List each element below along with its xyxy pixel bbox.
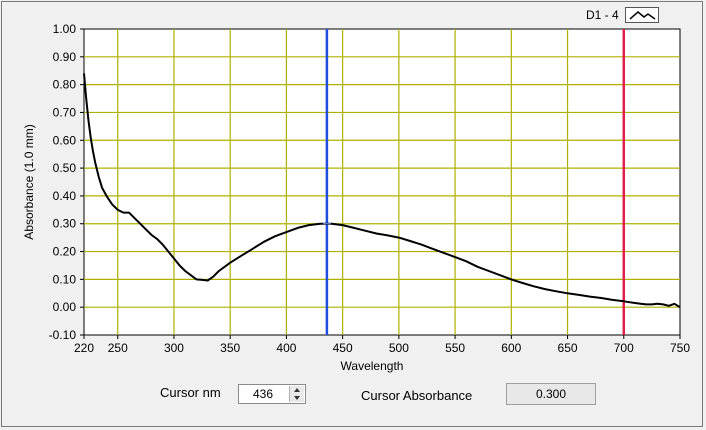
x-tick-label: 220 <box>74 341 94 355</box>
x-tick-label: 350 <box>220 341 240 355</box>
y-tick-label: 0.50 <box>53 161 77 175</box>
stepper-buttons <box>289 386 304 402</box>
x-tick-label: 600 <box>501 341 521 355</box>
x-tick-label: 750 <box>670 341 690 355</box>
y-tick-label: 0.60 <box>53 133 77 147</box>
y-tick-label: 0.10 <box>53 272 77 286</box>
cursor-nm-stepper[interactable]: 436 <box>238 384 306 404</box>
x-tick-label: 500 <box>389 341 409 355</box>
y-tick-label: 1.00 <box>53 22 77 36</box>
x-tick-label: 550 <box>445 341 465 355</box>
y-tick-label: 0.70 <box>53 105 77 119</box>
x-tick-label: 300 <box>164 341 184 355</box>
line-plot-icon[interactable] <box>624 7 659 23</box>
cursor-absorbance-label: Cursor Absorbance <box>361 388 473 403</box>
y-axis-label: Absorbance (1.0 mm) <box>22 124 36 239</box>
x-tick-label: 650 <box>558 341 578 355</box>
cursor-nm-label: Cursor nm <box>160 385 221 400</box>
x-tick-label: 400 <box>276 341 296 355</box>
x-tick-label: 450 <box>333 341 353 355</box>
y-tick-label: 0.00 <box>53 300 77 314</box>
y-tick-label: 0.90 <box>53 50 77 64</box>
cursor-absorbance-value: 0.300 <box>506 383 596 405</box>
y-tick-label: 0.30 <box>53 217 77 231</box>
y-tick-label: -0.10 <box>49 328 77 342</box>
x-tick-label: 250 <box>108 341 128 355</box>
x-tick-label: 700 <box>614 341 634 355</box>
cursor-nm-value[interactable]: 436 <box>239 385 287 403</box>
y-tick-label: 0.40 <box>53 189 77 203</box>
decrement-arrow-icon[interactable] <box>290 394 304 402</box>
legend-label: D1 - 4 <box>586 8 619 22</box>
y-tick-label: 0.80 <box>53 78 77 92</box>
increment-arrow-icon[interactable] <box>290 386 304 394</box>
legend: D1 - 4 <box>586 6 659 24</box>
y-tick-label: 0.20 <box>53 245 77 259</box>
chart: 220 250 300 350 400 450 500 550 600 650 700 750 -0.1… <box>22 22 690 373</box>
x-axis-label: Wavelength <box>341 359 404 373</box>
